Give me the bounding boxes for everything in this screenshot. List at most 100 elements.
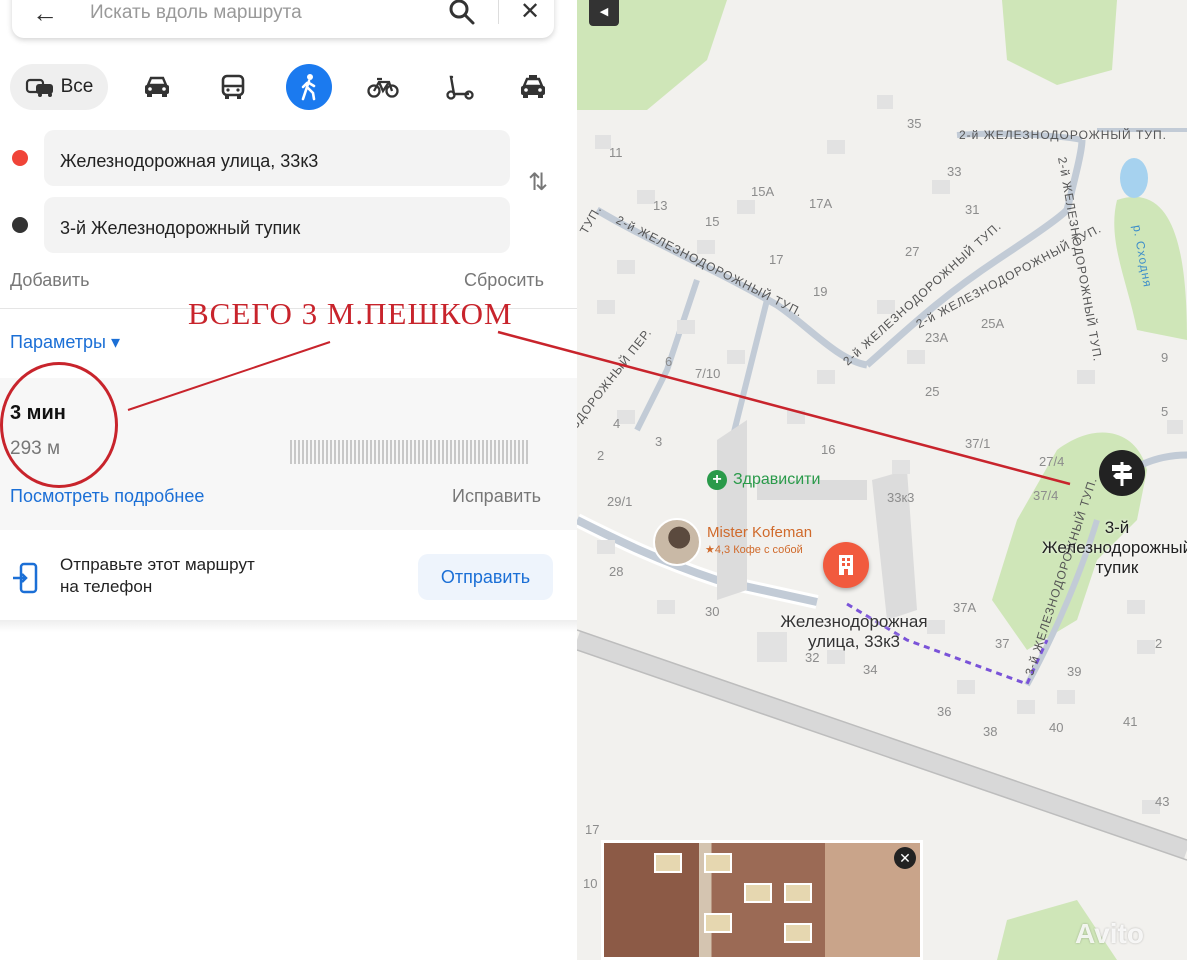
- car-icon: [145, 76, 169, 97]
- end-point-dot: [12, 217, 28, 233]
- medical-cross-icon: +: [707, 470, 727, 490]
- add-point-link[interactable]: Добавить: [10, 270, 90, 291]
- house-number: 27: [905, 244, 920, 259]
- house-number: 6: [665, 354, 673, 369]
- mode-bus-button[interactable]: [210, 64, 256, 110]
- photo-window: [744, 883, 772, 903]
- parameters-dropdown[interactable]: Параметры ▾: [10, 332, 120, 353]
- avito-watermark: Avito: [1075, 918, 1144, 949]
- close-photo-icon[interactable]: ✕: [894, 847, 916, 869]
- house-number: 28: [609, 564, 624, 579]
- photo-window: [784, 883, 812, 903]
- house-number: 37А: [953, 600, 977, 615]
- mode-scooter-button[interactable]: [436, 64, 482, 110]
- house-number: 36: [937, 704, 952, 719]
- send-button[interactable]: Отправить: [418, 554, 553, 600]
- house-number: 35: [907, 116, 922, 131]
- cafe-rating: ★4,3 Кофе с собой: [705, 544, 803, 556]
- end-pin[interactable]: [1099, 450, 1145, 496]
- end-address-label: 3-й Железнодорожный тупик: [1027, 518, 1187, 578]
- house-number: 5: [1161, 404, 1169, 419]
- house-number: 4: [613, 416, 621, 431]
- cafe-avatar[interactable]: [653, 518, 701, 566]
- to-field[interactable]: 3-й Железнодорожный тупик: [44, 197, 510, 253]
- house-number: 41: [1123, 714, 1138, 729]
- elevation-profile: [290, 440, 530, 464]
- house-number: 29/1: [607, 494, 633, 509]
- end-address-line-1: 3-й: [1104, 518, 1130, 537]
- mode-walk-button[interactable]: [286, 64, 332, 110]
- end-address-line-2: Железнодорожный: [1041, 538, 1187, 557]
- reset-link[interactable]: Сбросить: [464, 270, 544, 291]
- transport-mode-bar: Все: [6, 64, 566, 112]
- bus-icon: [221, 74, 245, 99]
- clinic-name: Здрависити: [733, 471, 821, 488]
- report-error-link[interactable]: Исправить: [452, 486, 541, 507]
- photo-window: [784, 923, 812, 943]
- view-details-link[interactable]: Посмотреть подробнее: [10, 486, 204, 507]
- street-label: 2-й ЖЕЛЕЗНОДОРОЖНЫЙ ТУП.: [959, 128, 1167, 142]
- start-address-line-2: улица, 33к3: [808, 632, 900, 651]
- house-number: 38: [983, 724, 998, 739]
- annotation-circle: [0, 362, 118, 488]
- pedestrian-icon: [301, 74, 316, 101]
- start-address-line-1: Железнодорожная: [780, 612, 928, 631]
- house-number: 17: [585, 822, 600, 837]
- photo-window: [654, 853, 682, 873]
- from-field[interactable]: Железнодорожная улица, 33к3: [44, 130, 510, 186]
- photo-window: [704, 913, 732, 933]
- photo-window: [704, 853, 732, 873]
- mode-all-button[interactable]: Все: [10, 64, 108, 110]
- send-route-text: Отправьте этот маршрут на телефон: [60, 554, 320, 598]
- house-number: 7/10: [695, 366, 721, 381]
- house-number: 11: [609, 145, 623, 160]
- start-address-label: Железнодорожная улица, 33к3: [754, 612, 954, 652]
- house-number: 27/4: [1039, 454, 1065, 469]
- house-number: 34: [863, 662, 878, 677]
- house-number: 30: [705, 604, 720, 619]
- house-number: 17А: [809, 196, 833, 211]
- send-route-line-1: Отправьте этот маршрут: [60, 555, 255, 574]
- mode-bike-button[interactable]: [360, 64, 406, 110]
- mode-taxi-button[interactable]: [510, 64, 556, 110]
- house-number: 39: [1067, 664, 1082, 679]
- search-input[interactable]: Искать вдоль маршрута: [90, 2, 302, 24]
- search-icon[interactable]: [448, 0, 476, 26]
- mode-car-button[interactable]: [134, 64, 180, 110]
- house-number: 13: [653, 198, 668, 213]
- swap-points-icon[interactable]: ⇅: [528, 168, 548, 197]
- end-address-line-3: тупик: [1095, 558, 1139, 577]
- start-point-dot: [12, 150, 28, 166]
- street-view-thumbnail[interactable]: ✕: [601, 840, 923, 960]
- cafe-name[interactable]: Mister Kofeman: [707, 524, 812, 541]
- mode-all-label: Все: [60, 76, 94, 97]
- house-number: 3: [655, 434, 663, 449]
- send-to-phone-icon: [13, 562, 38, 594]
- back-arrow-icon[interactable]: ←: [32, 0, 58, 29]
- house-number: 32: [805, 650, 820, 665]
- bicycle-icon: [367, 77, 399, 98]
- annotation-title: ВСЕГО 3 М.ПЕШКОМ: [188, 296, 513, 331]
- panel-bottom-shadow: [0, 620, 577, 632]
- send-route-line-2: на телефон: [60, 577, 153, 596]
- house-number: 25: [925, 384, 940, 399]
- route-search-bar[interactable]: ← Искать вдоль маршрута ✕: [12, 0, 554, 38]
- house-number: 2: [1155, 636, 1163, 651]
- clinic-poi[interactable]: + Здрависити: [707, 470, 820, 490]
- house-number: 33: [947, 164, 962, 179]
- house-number: 25А: [981, 316, 1005, 331]
- map-view[interactable]: ◀ 2-й ЖЕЛЕЗНОДОРОЖНЫЙ ТУП. 2-й ЖЕЛЕЗНОДО…: [577, 0, 1187, 960]
- start-pin[interactable]: [823, 542, 869, 588]
- close-icon[interactable]: ✕: [520, 0, 540, 26]
- house-number: 33к3: [887, 490, 915, 505]
- house-number: 16: [821, 442, 836, 457]
- house-number: 10: [583, 876, 598, 891]
- house-number: 31: [965, 202, 980, 217]
- taxi-icon: [521, 75, 545, 98]
- house-number: 2: [597, 448, 605, 463]
- house-number: 43: [1155, 794, 1170, 809]
- collapse-panel-button[interactable]: ◀: [589, 0, 619, 26]
- house-number: 9: [1161, 350, 1169, 365]
- signpost-icon: [1112, 462, 1132, 486]
- house-number: 37: [995, 636, 1010, 651]
